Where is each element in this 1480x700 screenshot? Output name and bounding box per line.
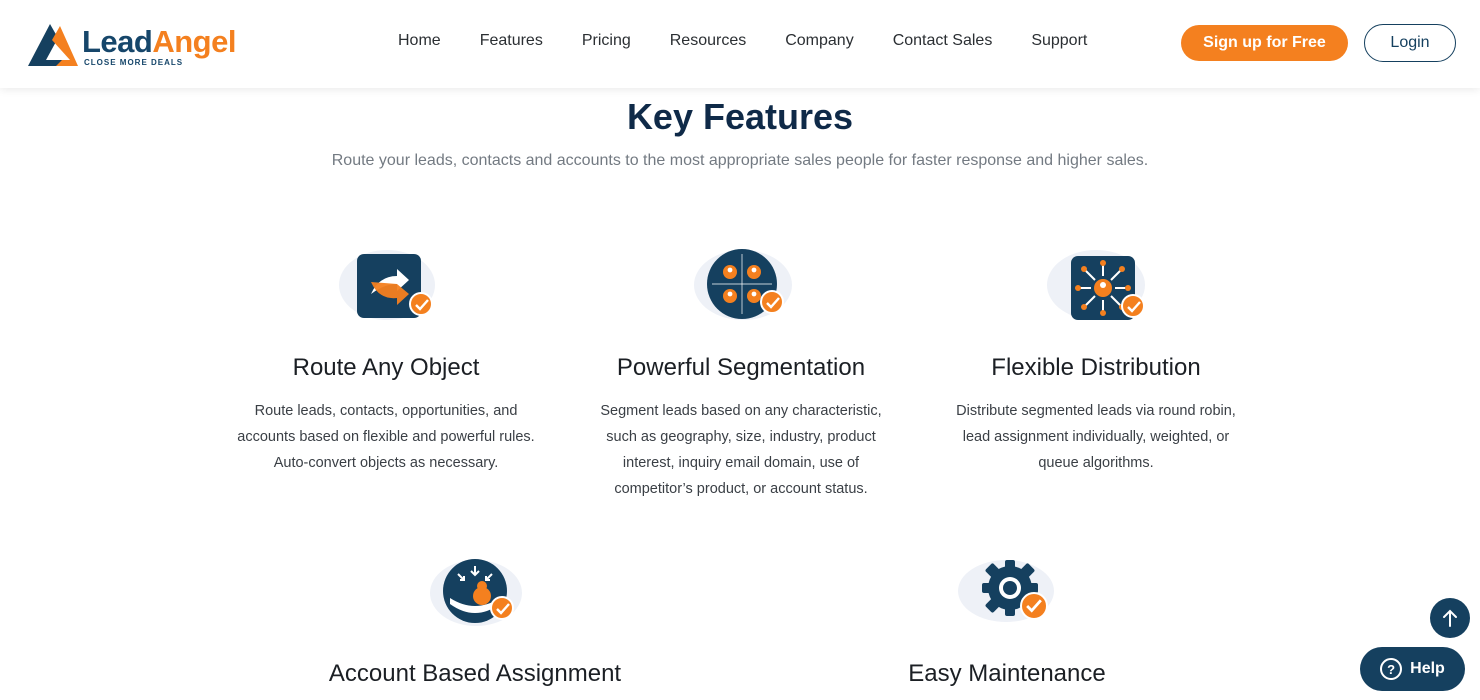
feature-title: Powerful Segmentation (616, 354, 866, 381)
account-assignment-icon (420, 552, 530, 642)
help-label: Help (1410, 660, 1445, 677)
nav-support[interactable]: Support (1031, 32, 1087, 50)
feature-card-account-based-assignment: Account Based Assignment (315, 552, 635, 688)
feature-card-easy-maintenance: Easy Maintenance (847, 552, 1167, 688)
scroll-to-top-button[interactable] (1430, 598, 1470, 638)
feature-title: Easy Maintenance (908, 660, 1106, 687)
feature-description: Segment leads based on any characteristi… (600, 403, 882, 497)
brand-tagline: CLOSE MORE DEALS (84, 58, 184, 67)
feature-card-flexible-distribution: Flexible Distribution Distribute segment… (936, 240, 1256, 476)
nav-company[interactable]: Company (785, 32, 853, 50)
site-header: LeadAngel CLOSE MORE DEALS Home Features… (0, 0, 1480, 88)
segmentation-icon (686, 240, 796, 330)
help-button[interactable]: ? Help (1360, 647, 1465, 691)
route-arrows-icon (331, 240, 441, 330)
nav-pricing[interactable]: Pricing (582, 32, 631, 50)
feature-title: Account Based Assignment (328, 660, 622, 687)
check-badge-icon (760, 290, 784, 314)
feature-card-route-any-object: Route Any Object Route leads, contacts, … (226, 240, 546, 476)
check-badge-icon (409, 292, 433, 316)
arrow-up-icon (1443, 609, 1457, 627)
feature-title: Flexible Distribution (991, 354, 1201, 381)
nav-features[interactable]: Features (480, 32, 543, 50)
section-title: Key Features (626, 96, 854, 137)
brand-name-part2: Angel (152, 24, 236, 59)
question-icon: ? (1380, 658, 1403, 680)
signup-button[interactable]: Sign up for Free (1181, 25, 1348, 61)
feature-title: Route Any Object (292, 354, 480, 381)
distribution-icon (1041, 240, 1151, 330)
check-badge-icon (1121, 294, 1145, 318)
gear-icon (952, 552, 1062, 642)
feature-card-powerful-segmentation: Powerful Segmentation Segment leads base… (581, 240, 901, 502)
nav-home[interactable]: Home (398, 32, 441, 50)
login-button[interactable]: Login (1364, 24, 1456, 62)
section-subtitle: Route your leads, contacts and accounts … (331, 152, 1149, 169)
feature-description: Route leads, contacts, opportunities, an… (237, 403, 535, 471)
check-badge-icon (490, 596, 514, 620)
feature-description: Distribute segmented leads via round rob… (956, 403, 1236, 471)
brand-name: LeadAngel (82, 24, 236, 60)
check-badge-icon (1020, 592, 1048, 620)
main-nav: Home Features Pricing Resources Company … (398, 32, 1126, 50)
logo-mark-icon (28, 24, 78, 66)
nav-resources[interactable]: Resources (670, 32, 746, 50)
brand-name-part1: Lead (82, 24, 153, 59)
leadangel-logo[interactable]: LeadAngel CLOSE MORE DEALS (26, 20, 256, 70)
nav-contact-sales[interactable]: Contact Sales (893, 32, 993, 50)
